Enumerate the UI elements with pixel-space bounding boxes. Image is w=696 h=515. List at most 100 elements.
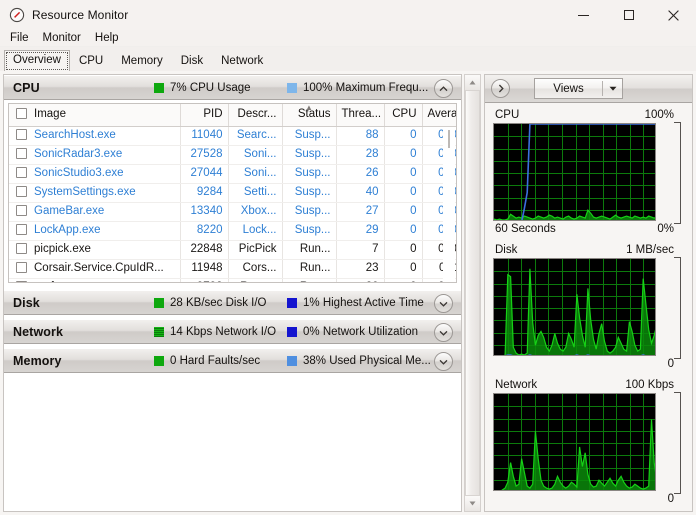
cell-image: SearchHost.exe <box>9 126 181 146</box>
table-row[interactable]: SystemSettings.exe 9284 Setti... Susp... 40 0… <box>9 183 456 203</box>
disk-active-time-text: 1% Highest Active Time <box>303 296 424 309</box>
section-title-cpu: CPU <box>13 80 40 95</box>
cell-image: GameBar.exe <box>9 202 181 222</box>
chevron-down-icon[interactable] <box>434 352 453 371</box>
section-header-cpu[interactable]: CPU 7% CPU Usage 100% Maximum Frequ... <box>4 75 461 100</box>
disk-graph-title: Disk <box>495 244 518 256</box>
window-title: Resource Monitor <box>32 8 129 22</box>
chevron-up-icon[interactable] <box>434 79 453 98</box>
table-header-row: Image PID Descr... ▲ Status Threa... CPU … <box>9 104 456 127</box>
table-row[interactable]: SonicRadar3.exe27528Soni...Susp...2800.0… <box>9 145 456 165</box>
process-table: Image PID Descr... ▲ Status Threa... CPU … <box>9 104 456 282</box>
cell-threads: 28 <box>336 145 385 165</box>
row-checkbox[interactable] <box>16 242 27 254</box>
content-area: CPU 7% CPU Usage 100% Maximum Frequ... I… <box>0 71 696 515</box>
disk-graph-axis-bracket <box>674 257 681 359</box>
resource-monitor-icon <box>9 7 25 23</box>
tab-memory[interactable]: Memory <box>112 51 172 72</box>
cpu-graph: CPU 100% 60 Seconds 0% <box>493 108 684 237</box>
row-checkbox[interactable] <box>16 166 27 178</box>
section-header-network[interactable]: Network 14 Kbps Network I/O 0% Network U… <box>4 319 461 344</box>
cell-image: SonicStudio3.exe <box>9 164 181 184</box>
resource-monitor-window: Resource Monitor File Monitor Help Overv… <box>0 0 696 515</box>
row-checkbox[interactable] <box>16 280 27 282</box>
sort-ascending-icon: ▲ <box>305 104 313 112</box>
row-checkbox[interactable] <box>16 128 27 140</box>
chevron-down-icon[interactable] <box>434 323 453 342</box>
cell-threads: 40 <box>336 183 385 203</box>
table-row[interactable]: Corsair.Service.CpuIdR... 11948 Cors... Run… <box>9 259 456 279</box>
cell-description: Reso... <box>228 278 283 282</box>
row-checkbox[interactable] <box>16 185 27 197</box>
process-table-body: SearchHost.exe11040Searc...Susp...8800.0… <box>9 126 456 282</box>
cell-status: Run... <box>282 240 337 260</box>
scroll-down-arrow-icon[interactable] <box>465 496 480 511</box>
network-graph-axis-bracket <box>674 392 681 494</box>
maximize-button[interactable] <box>606 0 651 30</box>
section-title-disk: Disk <box>13 295 40 310</box>
table-row[interactable]: SearchHost.exe11040Searc...Susp...8800.0… <box>9 126 456 146</box>
section-header-disk[interactable]: Disk 28 KB/sec Disk I/O 1% Highest Activ… <box>4 290 461 315</box>
main-scroll-thumb[interactable] <box>465 90 480 496</box>
table-row[interactable]: picpick.exe22848PicPickRun...700.20 <box>9 240 456 260</box>
memory-legend-used-physical: 38% Used Physical Me... <box>287 355 431 367</box>
menu-item-file[interactable]: File <box>3 30 36 46</box>
cpu-graph-min-label: 0% <box>657 223 674 235</box>
cell-cpu: 0 <box>384 259 423 279</box>
cell-status: Susp... <box>282 145 337 165</box>
column-header-image[interactable]: Image <box>9 104 181 127</box>
close-button[interactable] <box>651 0 696 30</box>
cell-cpu: 0 <box>384 221 423 241</box>
tab-overview[interactable]: Overview <box>4 50 70 72</box>
column-header-threads[interactable]: Threa... <box>336 104 385 127</box>
cell-image: LockApp.exe <box>9 221 181 241</box>
cpu-graph-axis-bracket <box>674 122 681 224</box>
table-row[interactable]: perfmon.exe9792Reso...Run...2000.04 <box>9 278 456 282</box>
cell-pid: 9792 <box>180 278 229 282</box>
disk-graph-header: Disk 1 MB/sec <box>493 243 684 258</box>
row-checkbox[interactable] <box>16 204 27 216</box>
process-table-scroll-thumb[interactable] <box>448 130 450 148</box>
views-button-label: Views <box>553 82 584 95</box>
network-legend-io: 14 Kbps Network I/O <box>154 326 276 338</box>
cpu-section-body: Image PID Descr... ▲ Status Threa... CPU … <box>4 100 461 286</box>
main-scrollbar[interactable] <box>464 74 481 512</box>
section-header-memory[interactable]: Memory 0 Hard Faults/sec 38% Used Physic… <box>4 348 461 373</box>
scroll-up-arrow-icon[interactable] <box>465 75 480 90</box>
column-header-description[interactable]: Descr... <box>228 104 283 127</box>
chevron-down-icon[interactable] <box>434 294 453 313</box>
column-header-cpu[interactable]: CPU <box>384 104 423 127</box>
minimize-button[interactable] <box>561 0 606 30</box>
column-header-average-cpu[interactable]: Avera... <box>422 104 456 127</box>
window-controls <box>561 0 696 30</box>
column-header-status[interactable]: ▲ Status <box>282 104 337 127</box>
disk-graph: Disk 1 MB/sec 0 <box>493 243 684 372</box>
select-all-checkbox[interactable] <box>16 108 27 120</box>
process-table-scrollbar[interactable] <box>443 127 455 282</box>
caret-down-icon[interactable] <box>603 86 622 91</box>
row-checkbox[interactable] <box>16 261 27 273</box>
cpu-graph-header: CPU 100% <box>493 108 684 123</box>
table-row[interactable]: GameBar.exe13340Xbox...Susp...2700.00 <box>9 202 456 222</box>
disk-active-time-swatch <box>287 297 297 308</box>
chevron-right-icon[interactable] <box>491 79 510 98</box>
tab-network[interactable]: Network <box>212 51 272 72</box>
menu-item-help[interactable]: Help <box>88 30 126 46</box>
column-header-pid[interactable]: PID <box>180 104 229 127</box>
row-checkbox[interactable] <box>16 147 27 159</box>
row-checkbox[interactable] <box>16 223 27 235</box>
disk-legend-io: 28 KB/sec Disk I/O <box>154 297 267 309</box>
menu-item-monitor[interactable]: Monitor <box>36 30 88 46</box>
tab-disk[interactable]: Disk <box>172 51 212 72</box>
cpu-graph-duration-label: 60 Seconds <box>495 223 556 235</box>
cell-pid: 11948 <box>180 259 229 279</box>
views-button[interactable]: Views <box>534 78 623 99</box>
table-row[interactable]: SonicStudio3.exe27044Soni...Susp...2600.… <box>9 164 456 184</box>
table-row[interactable]: LockApp.exe8220Lock...Susp...2900.00 <box>9 221 456 241</box>
network-graph-min-label: 0 <box>667 493 674 505</box>
cell-text: SearchHost.exe <box>34 128 116 141</box>
left-pane: CPU 7% CPU Usage 100% Maximum Frequ... I… <box>3 74 462 512</box>
tab-cpu[interactable]: CPU <box>70 51 112 72</box>
cell-threads: 7 <box>336 240 385 260</box>
section-title-network: Network <box>13 324 64 339</box>
